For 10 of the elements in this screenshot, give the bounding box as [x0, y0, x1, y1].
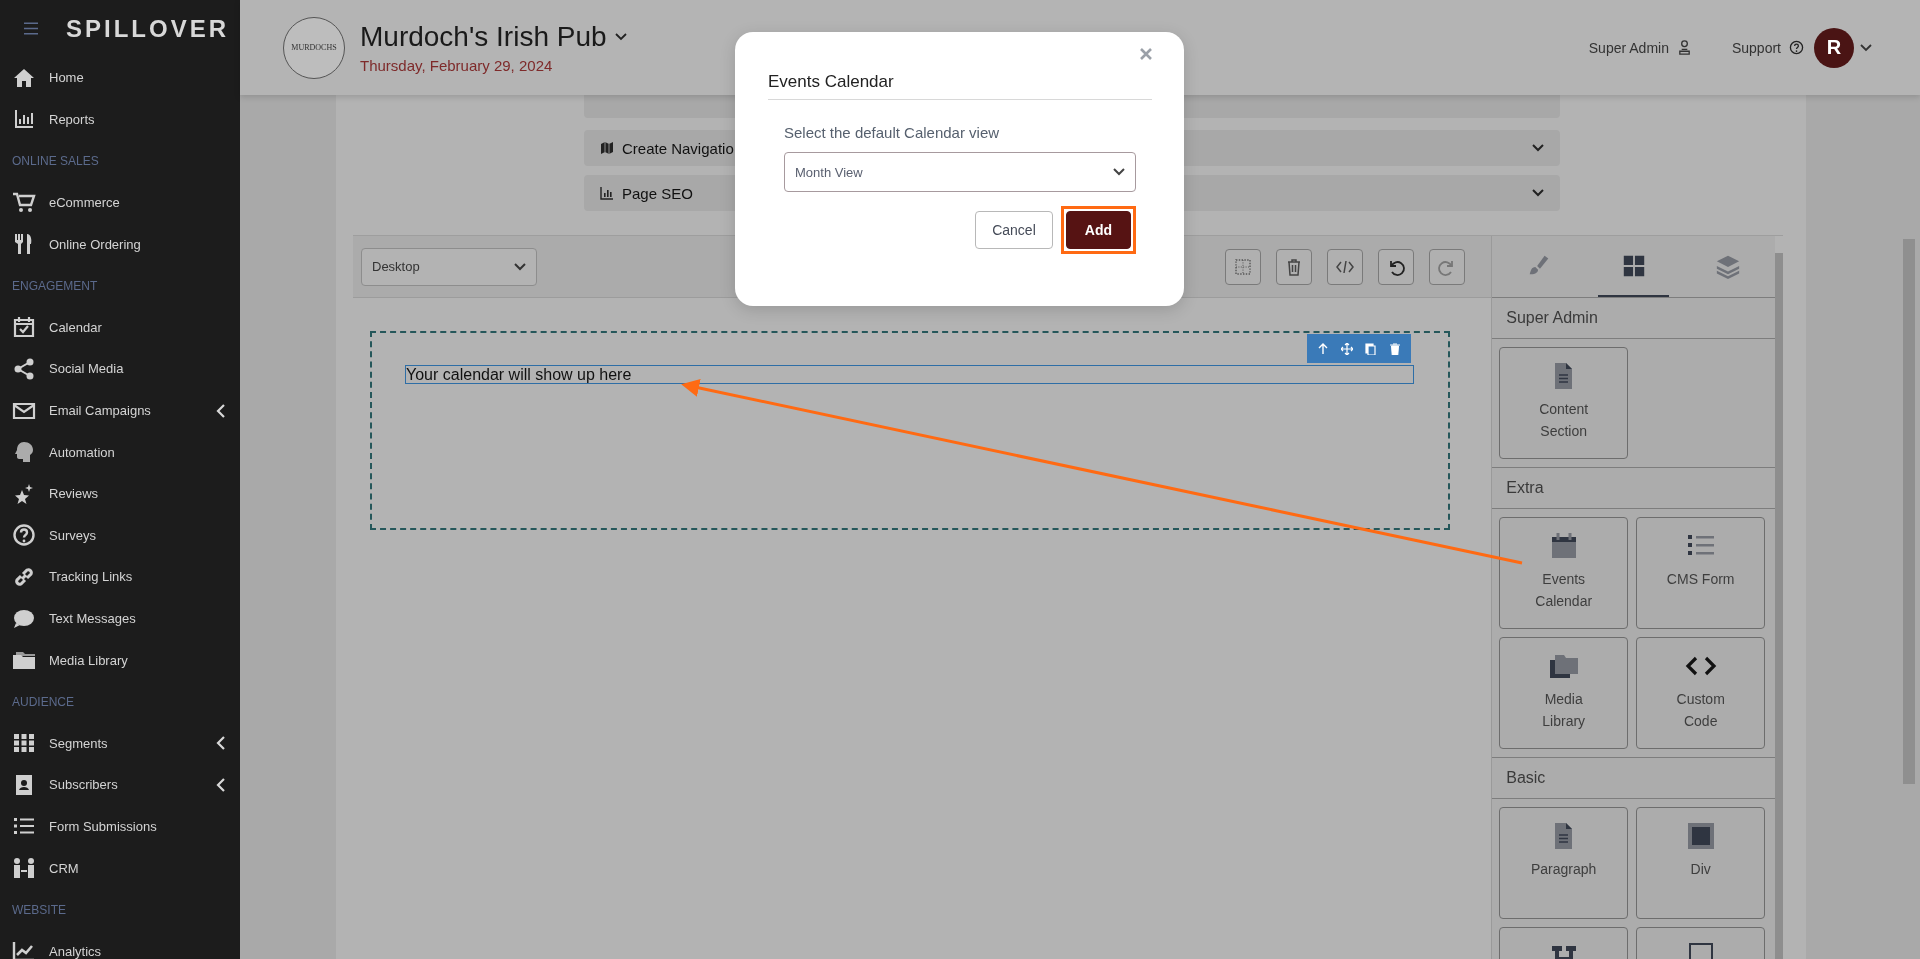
field-label: Select the default Calendar view	[784, 124, 1001, 141]
sidebar-section-label: ONLINE SALES	[11, 153, 100, 170]
pub-logo: MURDOCHS	[283, 16, 345, 79]
sidebar-section-label: AUDIENCE	[11, 693, 75, 711]
sidebar-section-label: WEBSITE	[11, 901, 67, 919]
dialog-title: Events Calendar	[768, 64, 1152, 100]
calendar-placeholder-text: Your calendar will show up here	[406, 366, 632, 383]
sidebar-section-label: ENGAGEMENT	[11, 277, 99, 295]
spillover-logo: SPILLOVER	[66, 14, 230, 43]
current-date: Thursday, February 29, 2024	[360, 57, 554, 74]
